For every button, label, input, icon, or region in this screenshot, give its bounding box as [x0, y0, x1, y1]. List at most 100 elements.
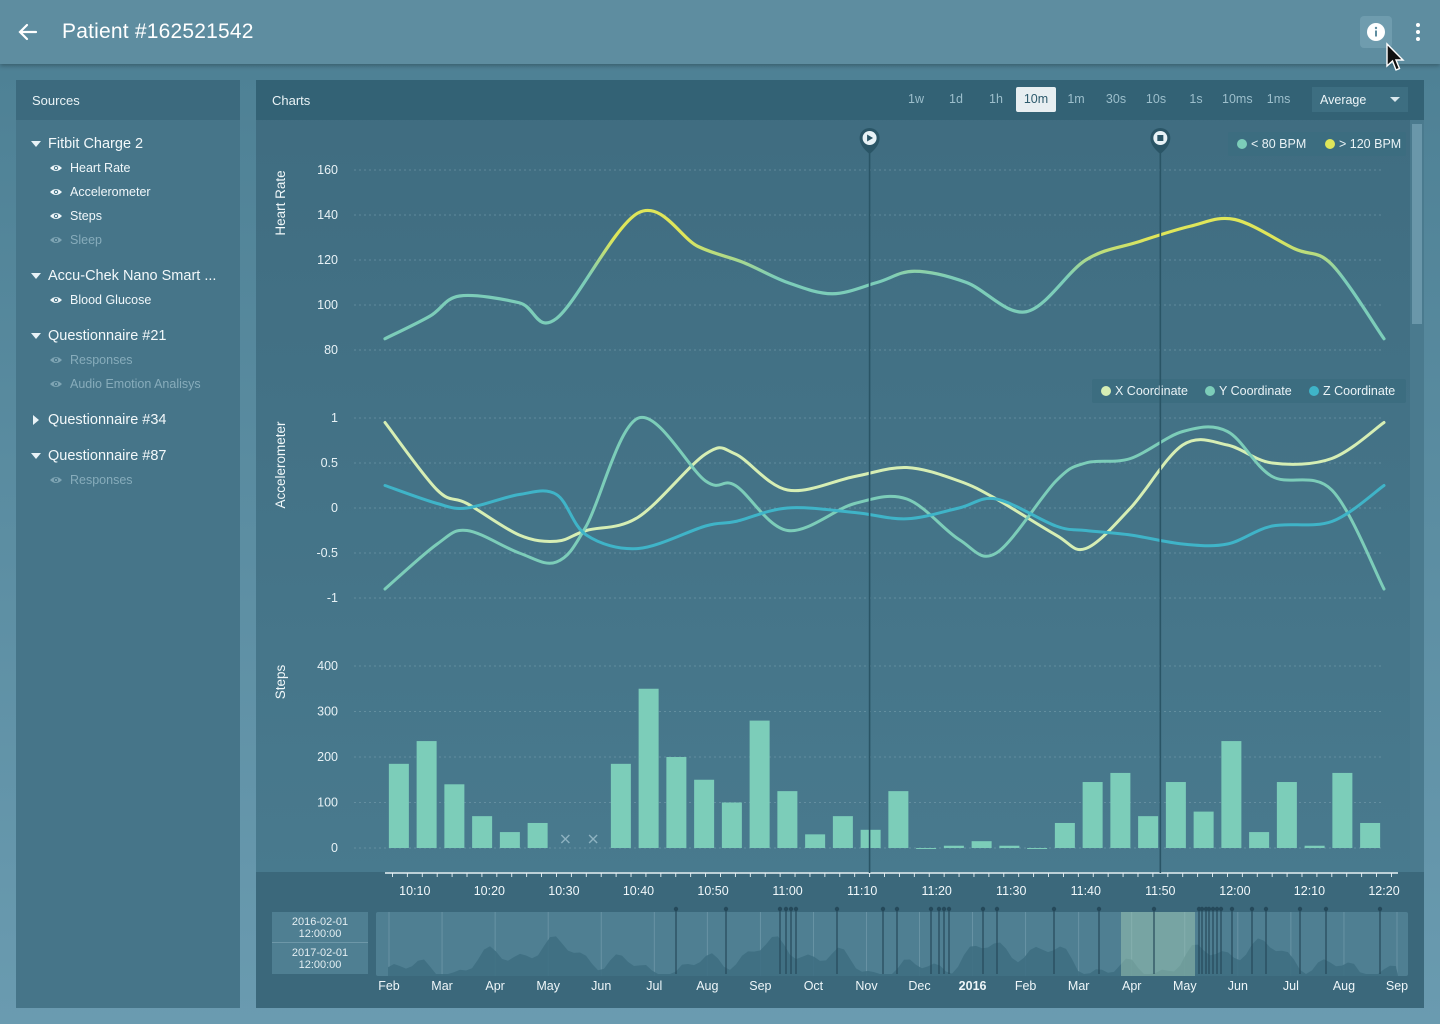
range-option-30s[interactable]: 30s	[1096, 87, 1136, 112]
steps-bar	[1332, 772, 1353, 848]
eye-off-icon[interactable]	[49, 355, 63, 365]
source-item[interactable]: Responses	[16, 348, 240, 372]
y-axis-label: Heart Rate	[273, 170, 288, 235]
source-item[interactable]: Blood Glucose	[16, 288, 240, 312]
steps-bar	[527, 822, 548, 848]
range-option-1m[interactable]: 1m	[1056, 87, 1096, 112]
eye-icon[interactable]	[49, 211, 63, 221]
steps-bar	[472, 816, 493, 848]
legend-swatch	[1205, 386, 1215, 396]
source-group: Fitbit Charge 2 Heart Rate Accelerometer…	[16, 132, 240, 252]
range-option-1h[interactable]: 1h	[976, 87, 1016, 112]
y-tick-label: 1	[331, 411, 338, 425]
legend-label: Y Coordinate	[1219, 384, 1292, 398]
aggregation-value: Average	[1320, 93, 1367, 107]
source-group-title[interactable]: Accu-Chek Nano Smart ...	[16, 264, 240, 288]
range-option-10ms[interactable]: 10ms	[1216, 87, 1259, 112]
steps-bar	[971, 841, 992, 848]
source-group-title[interactable]: Questionnaire #34	[16, 408, 240, 432]
source-group: Accu-Chek Nano Smart ... Blood Glucose	[16, 264, 240, 312]
end-time: 12:00:00	[298, 959, 342, 971]
missing-marker	[560, 834, 570, 844]
caret-down-icon	[31, 333, 41, 339]
source-group: Questionnaire #21 Responses Audio Emotio…	[16, 324, 240, 396]
range-option-1s[interactable]: 1s	[1176, 87, 1216, 112]
steps-bar	[388, 763, 409, 848]
y-tick-label: 300	[317, 705, 338, 719]
source-item[interactable]: Steps	[16, 204, 240, 228]
steps-bar	[694, 779, 715, 848]
source-group: Questionnaire #87 Responses	[16, 444, 240, 492]
legend-swatch-high	[1325, 139, 1335, 149]
steps-bar	[1138, 816, 1159, 848]
aggregation-select[interactable]: Average	[1312, 87, 1408, 112]
range-option-1d[interactable]: 1d	[936, 87, 976, 112]
source-group-label: Questionnaire #87	[48, 448, 167, 464]
hr-legend-box	[1228, 132, 1406, 156]
eye-off-icon[interactable]	[49, 475, 63, 485]
steps-bar	[1221, 741, 1242, 848]
steps-bar	[499, 832, 520, 848]
heart-rate-line	[383, 208, 1386, 341]
steps-bar	[999, 845, 1020, 848]
steps-bar	[1193, 811, 1214, 848]
source-group-label: Accu-Chek Nano Smart ...	[48, 268, 217, 284]
y-tick-label: 0.5	[321, 456, 338, 470]
steps-bar	[943, 845, 964, 848]
steps-bar	[1249, 832, 1270, 848]
legend-swatch-low	[1237, 139, 1247, 149]
eye-icon[interactable]	[49, 163, 63, 173]
marker-pin-inner	[862, 131, 877, 145]
vertical-scrollbar[interactable]	[1410, 120, 1424, 872]
steps-bar	[666, 757, 687, 848]
source-item[interactable]: Heart Rate	[16, 156, 240, 180]
eye-icon[interactable]	[49, 187, 63, 197]
source-group-label: Fitbit Charge 2	[48, 136, 144, 152]
date-range-box[interactable]: 2016-02-01 12:00:00 2017-02-01 12:00:00	[272, 912, 368, 974]
more-vert-icon[interactable]	[1408, 18, 1428, 46]
source-item-label: Audio Emotion Analisys	[70, 377, 201, 391]
y-tick-label: 140	[317, 208, 338, 222]
steps-bar	[805, 834, 826, 848]
source-group-title[interactable]: Questionnaire #87	[16, 444, 240, 468]
eye-icon[interactable]	[49, 295, 63, 305]
source-group: Questionnaire #34	[16, 408, 240, 432]
missing-marker	[588, 834, 598, 844]
source-item-label: Blood Glucose	[70, 293, 152, 307]
timeline-area	[256, 872, 1424, 1008]
range-option-1ms[interactable]: 1ms	[1259, 87, 1299, 112]
source-group-title[interactable]: Fitbit Charge 2	[16, 132, 240, 156]
source-group-label: Questionnaire #34	[48, 412, 167, 428]
scrollbar-thumb[interactable]	[1412, 124, 1422, 324]
end-date: 2017-02-01	[291, 947, 349, 959]
source-item[interactable]: Accelerometer	[16, 180, 240, 204]
steps-bar	[1304, 845, 1325, 848]
caret-down-icon	[31, 273, 41, 279]
steps-bar	[1054, 822, 1075, 848]
source-item[interactable]: Audio Emotion Analisys	[16, 372, 240, 396]
source-item[interactable]: Responses	[16, 468, 240, 492]
y-tick-label: 100	[317, 298, 338, 312]
accel-line-z	[383, 484, 1386, 551]
source-item-label: Steps	[70, 209, 102, 223]
legend-label: Z Coordinate	[1323, 384, 1395, 398]
steps-bar	[832, 816, 853, 848]
eye-off-icon[interactable]	[49, 379, 63, 389]
charts-title: Charts	[272, 93, 311, 108]
y-tick-label: 400	[317, 659, 338, 673]
start-time: 12:00:00	[298, 928, 342, 940]
source-item[interactable]: Sleep	[16, 228, 240, 252]
y-tick-label: -0.5	[316, 546, 338, 560]
steps-bar	[638, 688, 659, 848]
range-option-10s[interactable]: 10s	[1136, 87, 1176, 112]
source-group-title[interactable]: Questionnaire #21	[16, 324, 240, 348]
range-option-10m[interactable]: 10m	[1016, 87, 1056, 112]
arrow-left-icon[interactable]	[14, 18, 42, 46]
range-option-1w[interactable]: 1w	[896, 87, 936, 112]
y-tick-label: 160	[317, 163, 338, 177]
steps-bar	[721, 802, 742, 848]
eye-off-icon[interactable]	[49, 235, 63, 245]
accel-line-y	[383, 416, 1386, 591]
y-axis-label: Steps	[273, 664, 288, 699]
y-tick-label: 120	[317, 253, 338, 267]
